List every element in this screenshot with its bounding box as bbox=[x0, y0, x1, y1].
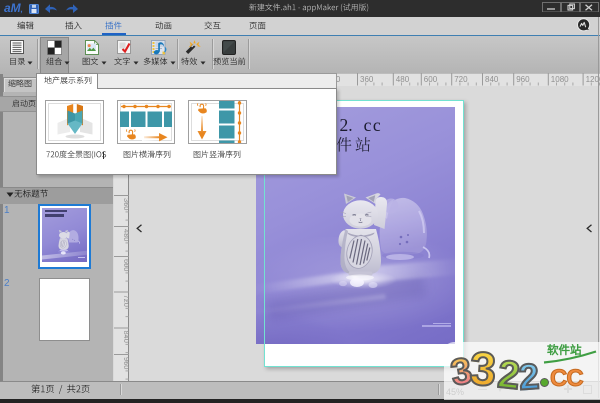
svg-text:720: 720 bbox=[454, 75, 468, 84]
svg-text:960: 960 bbox=[516, 75, 530, 84]
svg-text:600: 600 bbox=[424, 75, 438, 84]
svg-text:840: 840 bbox=[485, 75, 499, 84]
svg-text:1080: 1080 bbox=[551, 75, 569, 84]
svg-text:360: 360 bbox=[360, 75, 374, 84]
svg-text:480: 480 bbox=[396, 75, 410, 84]
